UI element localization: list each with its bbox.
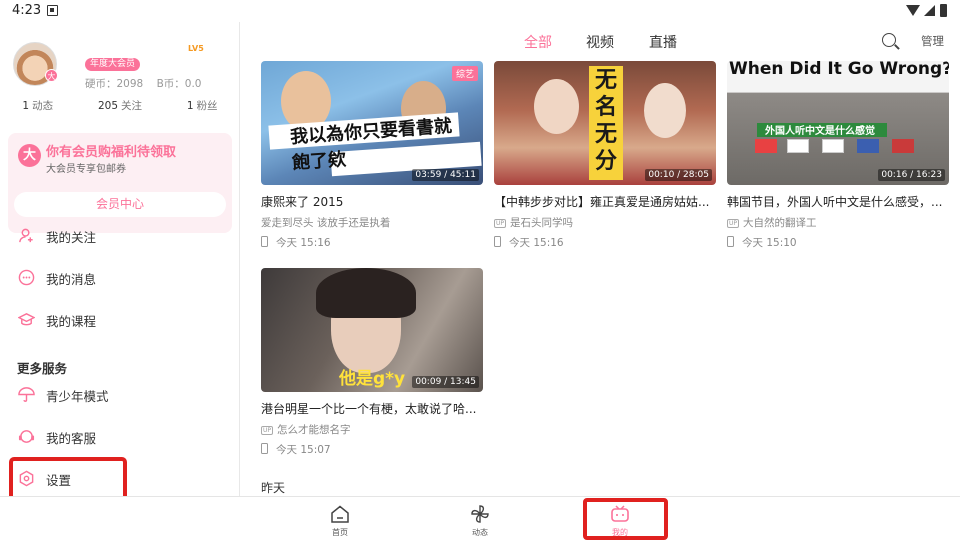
video-title[interactable]: 康熙来了 2015 (261, 193, 483, 210)
chat-icon (18, 269, 35, 286)
video-uploader: UP 大自然的翻译工 (727, 217, 817, 229)
person-figure (316, 268, 416, 318)
up-icon: UP (261, 426, 273, 435)
menu-item-customer-service[interactable]: 我的客服 (0, 416, 240, 456)
vip-logo-icon: 大 (18, 144, 41, 167)
sidebar: 大 年度大会员 LV5 硬币：2098 B币：0.0 1 动态 205 关注 1 粉丝… (0, 22, 240, 502)
notification-icon (47, 5, 58, 16)
person-figure (534, 79, 579, 134)
b-coins: B币：0.0 (156, 78, 202, 90)
person-add-icon (19, 228, 33, 243)
home-icon (331, 505, 349, 523)
tab-video[interactable]: 视频 (586, 32, 614, 52)
nav-label: 动态 (472, 528, 488, 537)
vip-card-title: 你有会员购福利待领取 (46, 145, 177, 160)
video-thumbnail[interactable]: When Did It Go Wrong? 外国人听中文是什么感觉 00:16 … (727, 61, 949, 185)
umbrella-icon (18, 387, 35, 402)
category-tag: 综艺 (451, 66, 478, 81)
nav-label: 首页 (332, 528, 348, 537)
video-title[interactable]: 【中韩步步对比】雍正真爱是通房姑姑... (494, 193, 716, 210)
menu-label: 我的客服 (46, 431, 97, 446)
manage-button[interactable]: 管理 (921, 33, 944, 49)
watch-time: 今天 15:16 (261, 235, 331, 250)
vip-center-button[interactable]: 会员中心 (14, 192, 226, 217)
graduation-cap-icon (18, 313, 35, 326)
up-icon: UP (494, 219, 506, 228)
flag-shape (755, 139, 777, 153)
pinwheel-icon (471, 505, 489, 523)
video-progress: 00:16 / 16:23 (878, 169, 945, 181)
wifi-icon (906, 5, 920, 16)
menu-item-following[interactable]: 我的关注 (0, 215, 240, 255)
bottom-nav: 首页 动态 我的 (0, 496, 960, 540)
flag-shape (822, 139, 844, 153)
signal-icon (924, 5, 935, 16)
tab-all[interactable]: 全部 (524, 32, 552, 52)
video-thumbnail[interactable]: 无名无分 00:10 / 28:05 (494, 61, 716, 185)
flag-shape (892, 139, 914, 153)
menu-label: 我的关注 (46, 230, 97, 245)
stat-fans[interactable]: 1 粉丝 (187, 98, 218, 114)
video-progress: 00:09 / 13:45 (412, 376, 479, 388)
nav-home[interactable]: 首页 (310, 497, 370, 540)
phone-icon (727, 236, 734, 247)
level-tag: LV5 (188, 44, 204, 53)
thumbnail-subcaption: 外国人听中文是什么感觉 (765, 126, 875, 137)
status-bar: 4:23 (0, 0, 960, 22)
flag-shape (787, 139, 809, 153)
video-uploader: 爱走到尽头 该放手还是执着 (261, 217, 391, 229)
phone-icon (494, 236, 501, 247)
vip-badge-icon: 大 (45, 69, 58, 82)
person-figure (644, 83, 686, 138)
menu-item-courses[interactable]: 我的课程 (0, 299, 240, 339)
menu-label: 我的课程 (46, 314, 97, 329)
up-icon: UP (727, 219, 739, 228)
video-title[interactable]: 港台明星一个比一个有梗，太敢说了哈... (261, 400, 483, 417)
headset-icon (18, 430, 35, 443)
phone-icon (261, 236, 268, 247)
status-time: 4:23 (12, 3, 42, 18)
thumbnail-caption: When Did It Go Wrong? (729, 61, 949, 79)
vip-card-subtitle: 大会员专享包邮券 (46, 164, 126, 175)
menu-item-teen-mode[interactable]: 青少年模式 (0, 374, 240, 414)
menu-item-messages[interactable]: 我的消息 (0, 257, 240, 297)
vip-tag[interactable]: 年度大会员 (85, 58, 141, 71)
video-thumbnail[interactable]: 他是g*y 00:09 / 13:45 (261, 268, 483, 392)
header: 全部 视频 直播 管理 (241, 22, 960, 60)
nav-mine-highlight-box (583, 498, 668, 540)
nav-dynamics[interactable]: 动态 (450, 497, 510, 540)
video-progress: 03:59 / 45:11 (412, 169, 479, 181)
video-uploader: UP 是石头同学吗 (494, 217, 573, 229)
thumbnail-caption: 他是g*y (339, 369, 406, 389)
video-progress: 00:10 / 28:05 (645, 169, 712, 181)
menu-label: 青少年模式 (46, 389, 109, 404)
menu-label: 我的消息 (46, 272, 97, 287)
battery-icon (940, 4, 947, 17)
watch-time: 今天 15:10 (727, 235, 797, 250)
tab-live[interactable]: 直播 (649, 32, 677, 52)
hard-coins: 硬币：2098 (85, 78, 144, 90)
profile-stats: 1 动态 205 关注 1 粉丝 (0, 98, 240, 114)
video-uploader: UP 怎么才能想名字 (261, 424, 351, 436)
phone-icon (261, 443, 268, 454)
watch-time: 今天 15:07 (261, 442, 331, 457)
flag-shape (857, 139, 879, 153)
video-title[interactable]: 韩国节目，外国人听中文是什么感受，... (727, 193, 949, 210)
stat-following[interactable]: 205 关注 (98, 98, 142, 114)
search-icon[interactable] (882, 33, 896, 47)
coins-info: 硬币：2098 B币：0.0 (85, 76, 211, 91)
video-thumbnail[interactable]: 我以為你只要看書就飽了欸 综艺 03:59 / 45:11 (261, 61, 483, 185)
stat-dynamics[interactable]: 1 动态 (22, 98, 53, 114)
thumbnail-caption: 无名无分 (594, 68, 617, 174)
watch-time: 今天 15:16 (494, 235, 564, 250)
section-yesterday: 昨天 (261, 481, 286, 495)
